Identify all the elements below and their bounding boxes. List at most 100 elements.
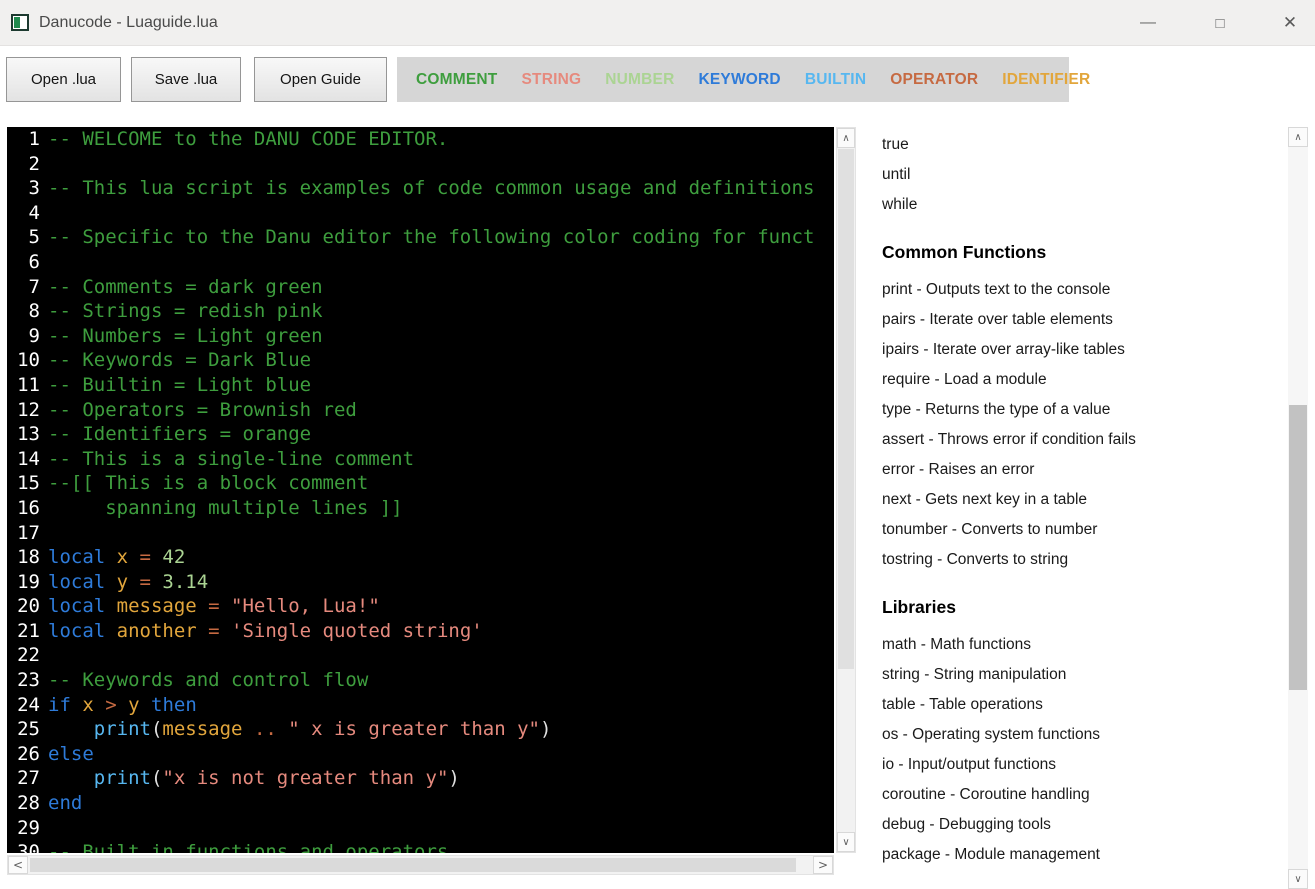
guide-scroll-down-button[interactable]: ∨ <box>1288 869 1308 889</box>
editor-horizontal-scrollbar[interactable]: < > <box>7 855 834 875</box>
line-number: 5 <box>28 226 40 249</box>
token-identifier: y <box>128 693 151 716</box>
guide-panel: true until while Common Functions print - Ou… <box>882 130 1282 889</box>
code-line-12: 12 -- Operators = Brownish red <box>7 398 834 423</box>
token-identifier: x <box>82 693 106 716</box>
guide-item: until <box>882 166 911 183</box>
line-number: 17 <box>17 521 40 544</box>
line-number: 23 <box>17 669 40 692</box>
guide-item: debug - Debugging tools <box>882 816 1051 833</box>
line-number: 22 <box>17 644 40 667</box>
app-icon <box>11 14 29 31</box>
line-content: -- Operators = Brownish red <box>40 398 357 423</box>
line-number: 16 <box>17 496 40 519</box>
line-number: 3 <box>28 177 40 200</box>
code-line-15: 15 --[[ This is a block comment <box>7 471 834 496</box>
code-line-6: 6 <box>7 250 834 275</box>
guide-item: os - Operating system functions <box>882 726 1100 743</box>
editor-scroll-up-button[interactable]: ∧ <box>837 128 855 148</box>
line-content: -- Comments = dark green <box>40 275 323 300</box>
guide-scroll-thumb[interactable] <box>1289 405 1307 690</box>
syntax-legend: COMMENT STRING NUMBER KEYWORD BUILTIN OPERATO… <box>397 57 1090 102</box>
guide-item: pairs - Iterate over table elements <box>882 311 1113 328</box>
line-number: 4 <box>28 201 40 224</box>
line-content <box>40 152 48 177</box>
close-button[interactable]: ✕ <box>1267 0 1313 46</box>
code-line-25: 25 print(message .. " x is greater than … <box>7 717 834 742</box>
token-operator: .. <box>253 718 277 741</box>
token-plain: ) <box>539 718 552 741</box>
open-guide-button[interactable]: Open Guide <box>254 57 387 102</box>
line-content: else <box>40 742 94 767</box>
token-keyword: then <box>151 693 197 716</box>
token-plain: ) <box>448 767 460 790</box>
guide-item: print - Outputs text to the console <box>882 281 1111 298</box>
editor-vscroll-thumb[interactable] <box>838 149 854 669</box>
guide-item: math - Math functions <box>882 636 1032 653</box>
guide-item: coroutine - Coroutine handling <box>882 786 1090 803</box>
line-number: 18 <box>17 546 40 569</box>
code-line-24: 24 if x > y then <box>7 693 834 718</box>
code-line-19: 19 local y = 3.14 <box>7 570 834 595</box>
line-number: 14 <box>17 447 40 470</box>
code-editor[interactable]: 1 -- WELCOME to the DANU CODE EDITOR. 2 3 --… <box>7 127 834 853</box>
token-string: 'Single quoted string' <box>231 619 483 642</box>
token-number: 3.14 <box>162 570 209 593</box>
line-content: -- WELCOME to the DANU CODE EDITOR. <box>40 127 448 152</box>
code-line-7: 7 -- Comments = dark green <box>7 275 834 300</box>
guide-item: string - String manipulation <box>882 666 1067 683</box>
token-comment: -- This is a single-line comment <box>48 447 415 470</box>
legend-string: STRING <box>521 70 582 88</box>
guide-item: table - Table operations <box>882 696 1043 713</box>
titlebar: Danucode - Luaguide.lua — □ ✕ <box>0 0 1315 46</box>
window-title: Danucode - Luaguide.lua <box>39 13 218 31</box>
guide-item: true <box>882 136 909 153</box>
code-line-10: 10 -- Keywords = Dark Blue <box>7 348 834 373</box>
line-number: 7 <box>28 275 40 298</box>
token-operator: > <box>105 693 129 716</box>
code-line-9: 9 -- Numbers = Light green <box>7 324 834 349</box>
guide-item: assert - Throws error if condition fails <box>882 431 1136 448</box>
maximize-button[interactable]: □ <box>1197 0 1243 46</box>
token-builtin: print <box>93 718 151 741</box>
code-line-3: 3 -- This lua script is examples of code … <box>7 176 834 201</box>
token-comment: -- WELCOME to the DANU CODE EDITOR. <box>48 128 449 150</box>
save-lua-button[interactable]: Save .lua <box>131 57 241 102</box>
minimize-button[interactable]: — <box>1125 0 1171 46</box>
code-line-22: 22 <box>7 643 834 668</box>
editor-scroll-down-button[interactable]: ∨ <box>837 832 855 852</box>
token-identifier: y <box>116 570 140 593</box>
line-content: -- Numbers = Light green <box>40 324 323 349</box>
token-identifier: message <box>116 595 209 618</box>
token-keyword: local <box>48 570 117 593</box>
editor-scroll-right-button[interactable]: > <box>813 856 833 874</box>
code-line-18: 18 local x = 42 <box>7 545 834 570</box>
token-string: " x is greater than y" <box>288 718 540 741</box>
token-comment: -- Keywords = Dark Blue <box>48 349 312 372</box>
code-line-8: 8 -- Strings = redish pink <box>7 299 834 324</box>
editor-hscroll-thumb[interactable] <box>30 858 796 872</box>
code-line-16: 16 spanning multiple lines ]] <box>7 496 834 521</box>
editor-scroll-left-button[interactable]: < <box>8 856 28 874</box>
token-comment: -- Builtin = Light blue <box>48 373 312 396</box>
line-content: -- Identifiers = orange <box>40 422 311 447</box>
code-line-20: 20 local message = "Hello, Lua!" <box>7 594 834 619</box>
guide-scroll-up-button[interactable]: ∧ <box>1288 127 1308 147</box>
code-line-1: 1 -- WELCOME to the DANU CODE EDITOR. <box>7 127 834 152</box>
line-content: end <box>40 791 82 816</box>
token-comment: -- Identifiers = orange <box>48 423 312 446</box>
line-content: local y = 3.14 <box>40 570 208 595</box>
app-window: Danucode - Luaguide.lua — □ ✕ Open .lua … <box>0 0 1315 889</box>
line-number: 26 <box>17 742 40 765</box>
token-keyword: local <box>48 619 117 642</box>
guide-scrollbar[interactable]: ∧ ∨ <box>1288 127 1308 889</box>
legend-identifier: IDENTIFIER <box>1002 70 1091 88</box>
token-keyword: local <box>48 595 117 618</box>
line-number: 24 <box>17 693 40 716</box>
editor-vertical-scrollbar[interactable]: ∧ ∨ <box>836 127 856 853</box>
open-lua-button[interactable]: Open .lua <box>6 57 121 102</box>
code-line-13: 13 -- Identifiers = orange <box>7 422 834 447</box>
code-line-23: 23 -- Keywords and control flow <box>7 668 834 693</box>
